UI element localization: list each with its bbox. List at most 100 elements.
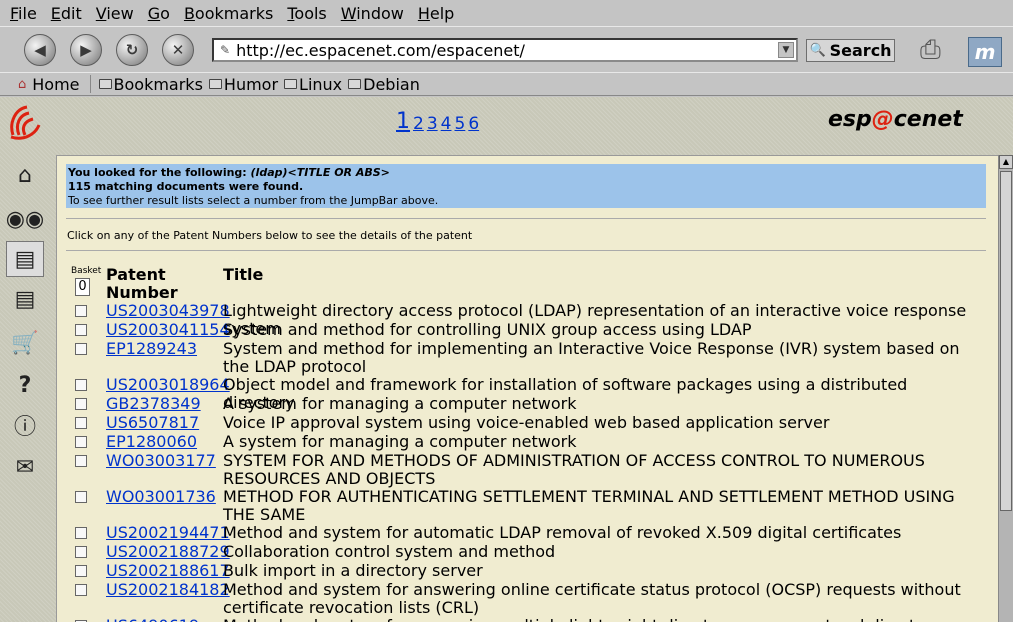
- document-icon: ▤: [14, 286, 36, 312]
- basket-checkbox[interactable]: [75, 398, 87, 410]
- page-content: 1 2 3 4 5 6 esp@cenet ⌂ ◉◉ ▤ ▤ 🛒 ? ⓘ ✉ Y…: [0, 97, 1013, 622]
- basket-checkbox[interactable]: [75, 565, 87, 577]
- patent-number-link[interactable]: GB2378349: [106, 395, 201, 413]
- jumpbar-page-6[interactable]: 6: [468, 114, 479, 134]
- bookmark-folder-humor[interactable]: Humor: [208, 75, 278, 94]
- menu-edit[interactable]: Edit: [51, 4, 82, 23]
- vertical-scrollbar[interactable]: ▲: [998, 155, 1013, 622]
- toolbar-separator: [89, 75, 91, 93]
- bookmark-folder-debian[interactable]: Debian: [348, 75, 420, 94]
- home-nav-button[interactable]: ⌂: [6, 157, 44, 193]
- table-row: US6490619 Method and system for managing …: [71, 617, 991, 622]
- patent-number-link[interactable]: US2002188729: [106, 543, 230, 561]
- table-row: GB2378349 A system for managing a compute…: [71, 395, 991, 413]
- patent-number-link[interactable]: US2003041154: [106, 321, 230, 339]
- jumpbar-page-2[interactable]: 2: [413, 114, 424, 134]
- summary-prefix: You looked for the following:: [68, 166, 251, 179]
- table-row: WO03003177 SYSTEM FOR AND METHODS OF ADMI…: [71, 452, 991, 488]
- menu-bookmarks[interactable]: Bookmarks: [184, 4, 273, 23]
- patent-title: System and method for controlling UNIX g…: [223, 320, 752, 339]
- contact-nav-button[interactable]: ✉: [6, 449, 44, 485]
- basket-checkbox[interactable]: [75, 417, 87, 429]
- basket-checkbox[interactable]: [75, 546, 87, 558]
- jumpbar-page-4[interactable]: 4: [441, 114, 452, 134]
- document-nav-button[interactable]: ▤: [6, 281, 44, 317]
- patent-title: Voice IP approval system using voice-ena…: [223, 413, 830, 432]
- basket-nav-button[interactable]: 🛒: [6, 325, 44, 361]
- url-dropdown-icon[interactable]: ▼: [778, 42, 794, 58]
- patent-title: METHOD FOR AUTHENTICATING SETTLEMENT TER…: [223, 487, 955, 524]
- menu-window[interactable]: Window: [341, 4, 404, 23]
- url-field[interactable]: ✎ http://ec.espacenet.com/espacenet/ ▼: [212, 38, 798, 62]
- forward-button[interactable]: ▶: [70, 34, 102, 66]
- patent-number-link[interactable]: WO03003177: [106, 452, 216, 470]
- bookmark-folder-bookmarks[interactable]: Bookmarks: [98, 75, 203, 94]
- patent-number-link[interactable]: US6507817: [106, 414, 199, 432]
- table-row: US2002188617 Bulk import in a directory s…: [71, 562, 991, 580]
- basket-count-field[interactable]: 0: [75, 278, 90, 296]
- jumpbar-page-1[interactable]: 1: [396, 109, 410, 134]
- folder-icon: [348, 79, 362, 89]
- jumpbar: 1 2 3 4 5 6: [396, 109, 482, 134]
- search-button[interactable]: 🔍 Search: [806, 39, 895, 62]
- basket-checkbox[interactable]: [75, 343, 87, 355]
- menu-view[interactable]: View: [96, 4, 134, 23]
- patent-number-link[interactable]: EP1289243: [106, 340, 197, 358]
- basket-checkbox[interactable]: [75, 324, 87, 336]
- search-nav-button[interactable]: ◉◉: [6, 201, 44, 237]
- stop-icon: ✕: [171, 41, 185, 59]
- patent-number-link[interactable]: US6490619: [106, 617, 199, 622]
- basket-checkbox[interactable]: [75, 379, 87, 391]
- reload-button[interactable]: ↻: [116, 34, 148, 66]
- bookmark-folder-label: Debian: [363, 74, 420, 94]
- patent-number-link[interactable]: US2003018964: [106, 376, 230, 394]
- menu-file[interactable]: File: [10, 4, 37, 23]
- throbber-logo[interactable]: m: [968, 37, 1002, 67]
- patent-number-link[interactable]: US2003043978: [106, 302, 230, 320]
- basket-checkbox[interactable]: [75, 455, 87, 467]
- table-row: EP1280060 A system for managing a compute…: [71, 433, 991, 451]
- patent-number-link[interactable]: WO03001736: [106, 488, 216, 506]
- stop-button[interactable]: ✕: [162, 34, 194, 66]
- back-button[interactable]: ◀: [24, 34, 56, 66]
- result-list-nav-button[interactable]: ▤: [6, 241, 44, 277]
- summary-query: (ldap)<TITLE OR ABS>: [250, 166, 390, 179]
- basket-checkbox[interactable]: [75, 305, 87, 317]
- click-instructions: Click on any of the Patent Numbers below…: [67, 229, 473, 242]
- info-nav-button[interactable]: ⓘ: [6, 407, 44, 443]
- info-icon: ⓘ: [13, 415, 36, 440]
- patent-title: SYSTEM FOR AND METHODS OF ADMINISTRATION…: [223, 451, 925, 488]
- help-nav-button[interactable]: ?: [6, 367, 44, 403]
- bookmark-folder-label: Linux: [299, 74, 343, 94]
- menu-tools[interactable]: Tools: [287, 4, 326, 23]
- patent-number-link[interactable]: US2002194471: [106, 524, 230, 542]
- menu-help[interactable]: Help: [418, 4, 454, 23]
- table-row: US2002184182 Method and system for answer…: [71, 581, 991, 617]
- bookmark-home[interactable]: Home: [32, 75, 79, 94]
- basket-checkbox[interactable]: [75, 491, 87, 503]
- menu-go[interactable]: Go: [148, 4, 170, 23]
- house-icon: ⌂: [18, 162, 32, 188]
- basket-checkbox[interactable]: [75, 584, 87, 596]
- patent-number-link[interactable]: EP1280060: [106, 433, 197, 451]
- brand-at: @: [871, 107, 894, 132]
- patent-title: Method and system for answering online c…: [223, 580, 961, 617]
- jumpbar-page-5[interactable]: 5: [454, 114, 465, 134]
- bookmark-folder-linux[interactable]: Linux: [284, 75, 342, 94]
- patent-number-link[interactable]: US2002184182: [106, 581, 230, 599]
- table-row: US2003041154 System and method for contro…: [71, 321, 991, 339]
- jumpbar-page-3[interactable]: 3: [427, 114, 438, 134]
- espacenet-logo[interactable]: esp@cenet: [828, 107, 963, 132]
- espacenet-e-logo: [7, 101, 43, 143]
- basket-checkbox[interactable]: [75, 527, 87, 539]
- question-mark-icon: ?: [18, 372, 32, 398]
- table-row: US2003043978 Lightweight directory access…: [71, 302, 991, 338]
- basket-checkbox[interactable]: [75, 436, 87, 448]
- scroll-up-arrow-icon[interactable]: ▲: [999, 155, 1013, 169]
- print-button[interactable]: ⎙: [920, 35, 956, 65]
- patent-title: A system for managing a computer network: [223, 394, 577, 413]
- scrollbar-thumb[interactable]: [1000, 171, 1012, 511]
- binoculars-icon: ◉◉: [5, 206, 45, 232]
- patent-number-link[interactable]: US2002188617: [106, 562, 230, 580]
- summary-count: 115 matching documents were found.: [68, 180, 304, 193]
